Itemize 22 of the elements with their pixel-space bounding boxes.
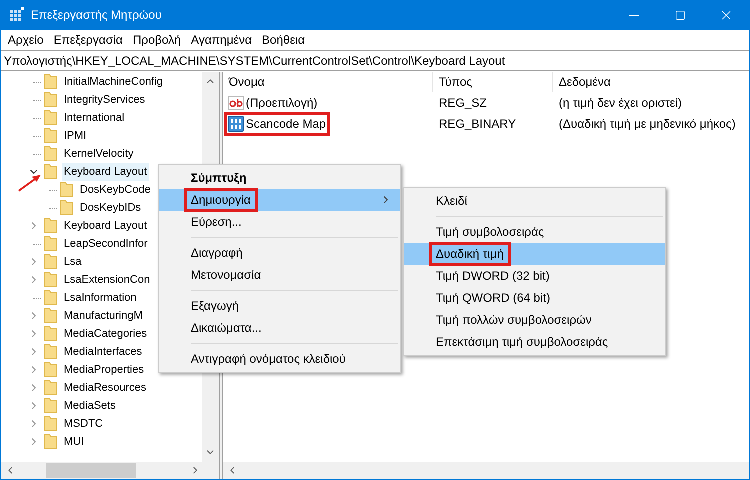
value-type: REG_SZ: [438, 94, 488, 112]
menu-item-label: Αντιγραφή ονόματος κλειδιού: [190, 351, 347, 368]
window-title: Επεξεργαστής Μητρώου: [31, 7, 162, 24]
menu-item-label: Εύρεση...: [190, 214, 243, 231]
menu-item-label: Εξαγωγή: [190, 298, 240, 315]
value-data: (Δυαδική τιμή με μηδενικό μήκος): [558, 116, 737, 132]
value-data: (η τιμή δεν έχει οριστεί): [558, 94, 684, 112]
menu-item-label: Μετονομασία: [190, 267, 262, 284]
value-name-label: (Προεπιλογή): [246, 94, 318, 112]
menu-item-label: Δικαιώματα...: [190, 320, 263, 337]
menu-item-label: Τιμή QWORD (64 bit): [435, 290, 552, 307]
menu-item-label: Τιμή συμβολοσειράς: [435, 224, 546, 241]
menu-item-label: Δημιουργία: [187, 191, 255, 209]
menu-item-label: Τιμή πολλών συμβολοσειρών: [435, 312, 593, 329]
menu-item-label: Κλειδί: [435, 193, 468, 210]
menu-item-label: Επεκτάσιμη τιμή συμβολοσειράς: [435, 334, 610, 351]
menu-item-label: Τιμή DWORD (32 bit): [435, 268, 551, 285]
value-type: REG_BINARY: [438, 116, 518, 132]
menu-item-label: Διαγραφή: [190, 245, 244, 262]
value-name-label: Scancode Map: [246, 116, 326, 132]
menu-item-label: Σύμπτυξη: [190, 170, 248, 187]
menu-item-label: Δυαδική τιμή: [432, 245, 508, 263]
